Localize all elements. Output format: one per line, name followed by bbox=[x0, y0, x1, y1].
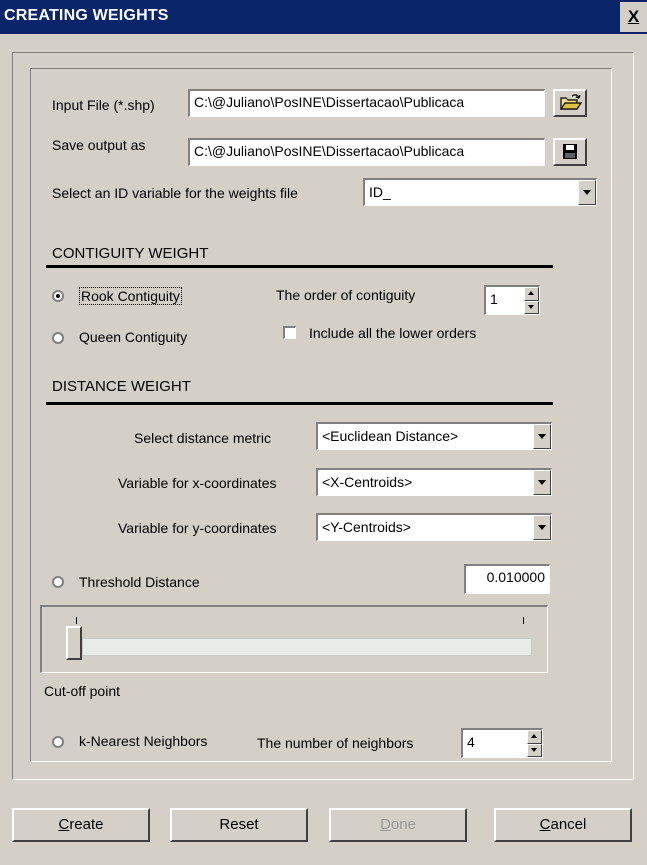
distance-metric-label: Select distance metric bbox=[134, 430, 271, 446]
chevron-down-icon[interactable] bbox=[533, 515, 551, 540]
open-folder-icon bbox=[559, 94, 583, 110]
rook-contiguity-radio[interactable] bbox=[52, 290, 64, 302]
id-variable-value: ID_ bbox=[369, 184, 391, 200]
threshold-distance-label[interactable]: Threshold Distance bbox=[79, 574, 200, 590]
floppy-disk-icon bbox=[563, 144, 577, 159]
order-contiguity-value: 1 bbox=[490, 291, 498, 307]
create-button[interactable]: Create bbox=[12, 808, 150, 842]
id-variable-select[interactable]: ID_ bbox=[363, 178, 597, 206]
spin-down-icon[interactable] bbox=[524, 300, 539, 314]
y-coordinates-select[interactable]: <Y-Centroids> bbox=[316, 513, 552, 541]
include-lower-orders-label[interactable]: Include all the lower orders bbox=[309, 325, 476, 341]
spin-down-icon[interactable] bbox=[527, 743, 542, 757]
chevron-down-icon[interactable] bbox=[533, 424, 551, 449]
y-coordinates-value: <Y-Centroids> bbox=[322, 519, 411, 535]
cutoff-slider-track[interactable] bbox=[82, 638, 532, 656]
slider-tick-max bbox=[523, 617, 524, 624]
y-coordinates-label: Variable for y-coordinates bbox=[118, 520, 277, 536]
chevron-down-icon[interactable] bbox=[578, 180, 596, 205]
save-output-field[interactable]: C:\@Juliano\PosINE\Dissertacao\Publicaca bbox=[188, 138, 545, 166]
chevron-down-icon[interactable] bbox=[533, 470, 551, 495]
distance-divider bbox=[46, 402, 553, 405]
id-variable-label: Select an ID variable for the weights fi… bbox=[52, 185, 298, 201]
neighbors-count-stepper[interactable]: 4 bbox=[461, 728, 543, 758]
rook-contiguity-label[interactable]: Rook Contiguity bbox=[79, 287, 182, 305]
cutoff-slider-thumb[interactable] bbox=[66, 626, 82, 660]
window-title: CREATING WEIGHTS bbox=[4, 7, 169, 24]
close-button[interactable]: X bbox=[620, 2, 647, 32]
x-coordinates-select[interactable]: <X-Centroids> bbox=[316, 468, 552, 496]
neighbors-count-value: 4 bbox=[467, 734, 475, 750]
x-coordinates-value: <X-Centroids> bbox=[322, 474, 413, 490]
knn-radio[interactable] bbox=[52, 736, 64, 748]
open-file-button[interactable] bbox=[553, 89, 587, 117]
slider-tick-min bbox=[76, 617, 77, 624]
threshold-distance-field[interactable]: 0.010000 bbox=[464, 564, 550, 594]
order-contiguity-stepper[interactable]: 1 bbox=[484, 285, 540, 315]
done-button[interactable]: Done bbox=[329, 808, 467, 842]
input-file-field[interactable]: C:\@Juliano\PosINE\Dissertacao\Publicaca bbox=[188, 89, 545, 117]
save-file-button[interactable] bbox=[553, 138, 587, 166]
x-coordinates-label: Variable for x-coordinates bbox=[118, 475, 277, 491]
queen-contiguity-radio[interactable] bbox=[52, 332, 64, 344]
include-lower-orders-checkbox[interactable] bbox=[283, 326, 296, 339]
cancel-button[interactable]: Cancel bbox=[494, 808, 632, 842]
input-file-label: Input File (*.shp) bbox=[52, 97, 155, 113]
distance-metric-select[interactable]: <Euclidean Distance> bbox=[316, 422, 552, 450]
contiguity-section-title: CONTIGUITY WEIGHT bbox=[52, 245, 209, 262]
distance-section-title: DISTANCE WEIGHT bbox=[52, 378, 191, 395]
reset-button[interactable]: Reset bbox=[170, 808, 308, 842]
close-icon: X bbox=[627, 7, 640, 26]
threshold-distance-radio[interactable] bbox=[52, 576, 64, 588]
cutoff-point-label: Cut-off point bbox=[44, 683, 121, 699]
contiguity-divider bbox=[46, 265, 553, 268]
distance-metric-value: <Euclidean Distance> bbox=[322, 428, 459, 444]
spin-up-icon[interactable] bbox=[527, 730, 542, 744]
knn-label[interactable]: k-Nearest Neighbors bbox=[79, 733, 207, 749]
save-output-label: Save output as bbox=[52, 137, 146, 153]
order-contiguity-label: The order of contiguity bbox=[276, 287, 416, 303]
neighbors-count-label: The number of neighbors bbox=[257, 735, 414, 751]
queen-contiguity-label[interactable]: Queen Contiguity bbox=[79, 329, 187, 345]
spin-up-icon[interactable] bbox=[524, 287, 539, 301]
